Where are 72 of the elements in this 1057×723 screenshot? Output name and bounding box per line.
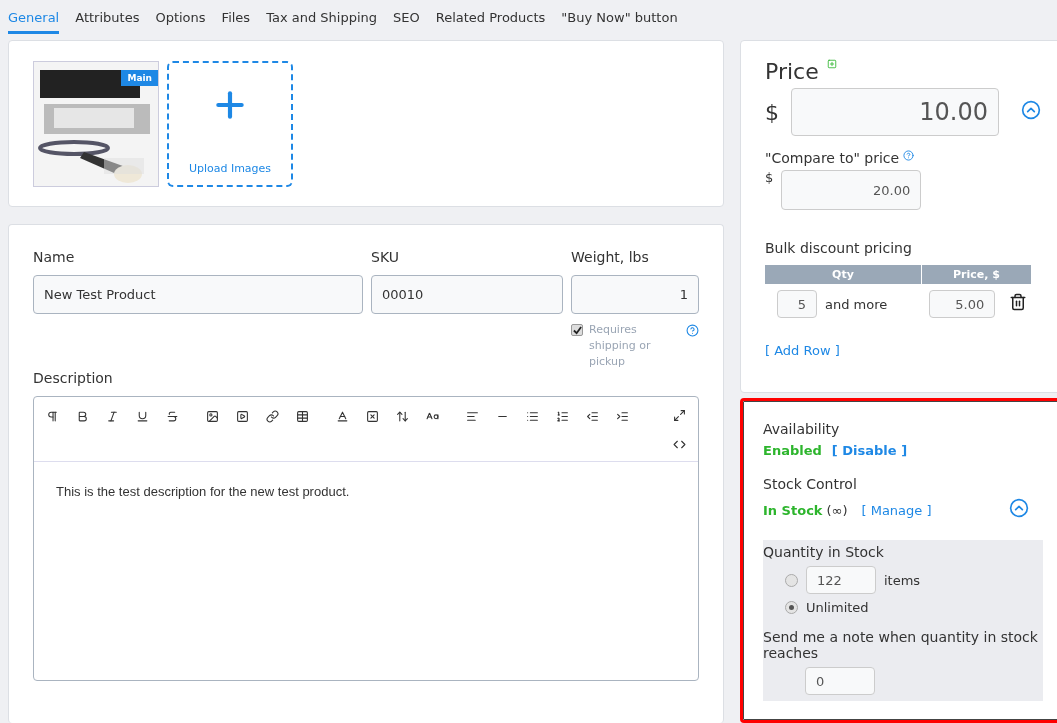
image-icon[interactable] — [206, 410, 219, 423]
column-header: Price, $ — [922, 265, 1031, 284]
column-header: Qty — [765, 265, 921, 284]
table-icon[interactable] — [296, 410, 309, 423]
disable-link[interactable]: [ Disable ] — [831, 443, 908, 458]
field-label: Weight, lbs — [571, 249, 650, 265]
tab[interactable]: Related Products — [435, 8, 546, 34]
radio-button[interactable] — [785, 601, 798, 614]
quantity-suffix: items — [884, 572, 921, 588]
trash-icon[interactable] — [1009, 293, 1028, 311]
stock-note: (∞) — [826, 502, 848, 518]
radio-button[interactable] — [785, 573, 798, 587]
help-icon[interactable] — [903, 150, 915, 161]
field-label: Description — [33, 370, 114, 386]
link-icon[interactable] — [266, 410, 279, 423]
bold-icon[interactable] — [76, 410, 89, 423]
checkbox[interactable] — [571, 324, 583, 336]
note-quantity-field[interactable]: 0 — [805, 667, 875, 695]
stock-status: In Stock — [763, 502, 823, 518]
italic-icon[interactable] — [106, 410, 119, 423]
strikethrough-icon[interactable] — [166, 410, 179, 423]
availability-label: Availability — [763, 421, 841, 437]
video-icon[interactable] — [236, 410, 249, 423]
indent-icon[interactable] — [616, 410, 629, 423]
quantity-field[interactable]: 122 — [806, 566, 876, 594]
text-field[interactable]: 00010 — [371, 275, 563, 314]
quantity-title: Quantity in Stock — [763, 544, 885, 560]
code-icon[interactable] — [673, 438, 686, 451]
underline-icon[interactable] — [136, 410, 149, 423]
note-label: Send me a note when quantity in stock reaches — [763, 629, 1039, 661]
bulk-price-field[interactable]: 5.00 — [929, 290, 996, 318]
align-left-icon[interactable] — [466, 410, 479, 423]
collapse-icon[interactable] — [1021, 100, 1041, 120]
tab[interactable]: Tax and Shipping — [266, 8, 377, 34]
description-text: This is the test description for the new test product. — [55, 483, 351, 501]
fullscreen-icon[interactable] — [673, 409, 686, 422]
outdent-icon[interactable] — [586, 410, 599, 423]
compare-price-label: "Compare to" price — [765, 150, 900, 166]
add-row-link[interactable]: [ Add Row ] — [765, 343, 840, 358]
tab[interactable]: Attributes — [75, 8, 140, 34]
main-badge: Main — [121, 70, 158, 86]
price-title: Price — [765, 59, 819, 84]
text-field[interactable]: New Test Product — [33, 275, 363, 314]
price-field[interactable]: 10.00 — [791, 88, 999, 136]
qty-suffix: and more — [825, 296, 888, 312]
bullet-list-icon[interactable] — [526, 410, 539, 423]
text-field[interactable]: 1 — [571, 275, 699, 314]
currency-symbol: $ — [765, 170, 774, 185]
tab[interactable]: Options — [155, 8, 206, 34]
collapse-icon[interactable] — [1009, 498, 1029, 518]
field-label: SKU — [371, 249, 400, 265]
tab[interactable]: Files — [221, 8, 251, 34]
checkbox-label: Requires shipping or pickup — [589, 322, 652, 370]
product-image[interactable]: Main — [33, 61, 159, 187]
tab[interactable]: SEO — [393, 8, 420, 34]
line-height-icon[interactable] — [396, 410, 409, 423]
bulk-pricing-title: Bulk discount pricing — [765, 240, 912, 256]
availability-status: Enabled — [763, 443, 822, 458]
field-label: Name — [33, 249, 76, 265]
text-color-icon[interactable] — [336, 410, 349, 423]
stock-control-label: Stock Control — [763, 476, 858, 492]
compare-price-field[interactable]: 20.00 — [781, 170, 922, 210]
tab[interactable]: "Buy Now" button — [561, 8, 678, 34]
qty-field[interactable]: 5 — [777, 290, 817, 318]
numbered-list-icon[interactable] — [556, 410, 569, 423]
description-editor[interactable]: This is the test description for the new test product. — [33, 396, 699, 681]
manage-link[interactable]: [ Manage ] — [861, 502, 932, 518]
help-icon[interactable] — [686, 324, 699, 337]
upload-images-button[interactable]: Upload Images — [167, 61, 293, 187]
radio-label: Unlimited — [806, 600, 869, 615]
paragraph-icon[interactable] — [46, 410, 59, 423]
currency-symbol: $ — [765, 99, 779, 125]
